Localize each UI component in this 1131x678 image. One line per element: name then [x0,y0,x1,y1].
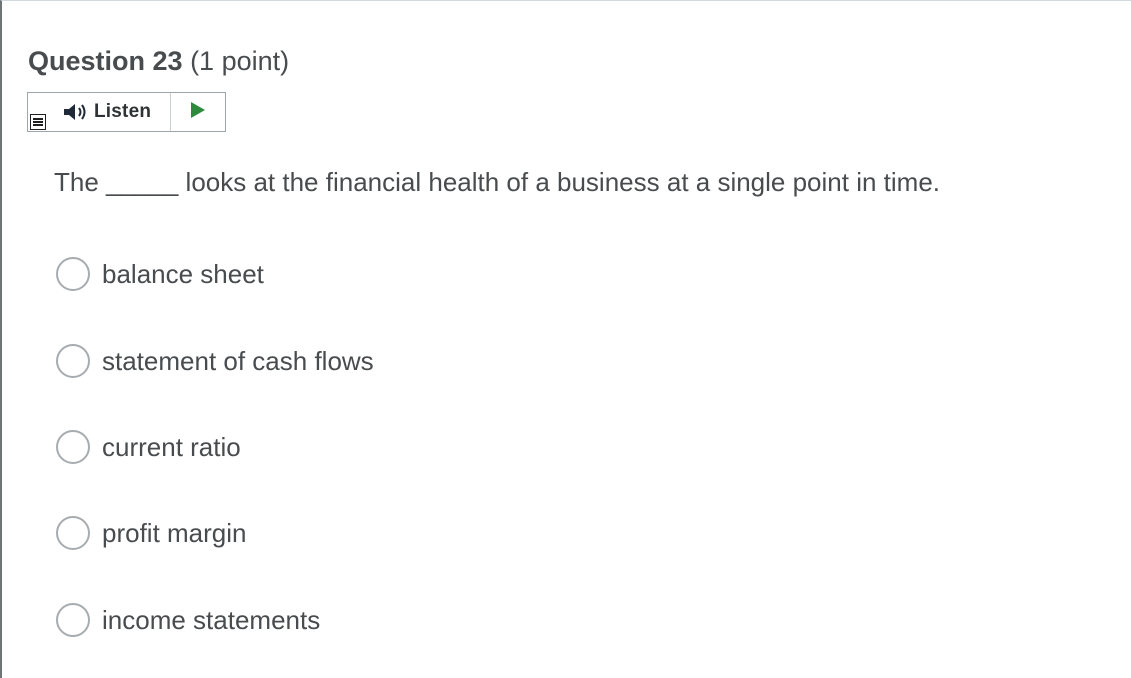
option-label: statement of cash flows [102,345,374,376]
option-statement-of-cash-flows[interactable]: statement of cash flows [56,343,374,379]
radio-button[interactable] [56,516,90,550]
radio-button[interactable] [56,257,90,291]
listen-button[interactable]: Listen [62,98,151,126]
speaker-icon [62,101,90,123]
radio-button[interactable] [56,344,90,378]
question-points: (1 point) [190,46,290,76]
question-prompt: The _____ looks at the financial health … [54,167,941,197]
play-icon [190,101,206,124]
option-income-statements[interactable]: income statements [56,602,320,638]
listen-label: Listen [94,101,152,122]
option-profit-margin[interactable]: profit margin [56,515,247,551]
question-panel: Question 23 (1 point) Listen The _____ l… [0,0,1131,678]
option-label: current ratio [102,431,241,462]
radio-button[interactable] [56,430,90,464]
listen-widget: Listen [27,92,226,132]
question-title: Question 23 [28,46,183,76]
radio-button[interactable] [56,603,90,637]
option-label: income statements [102,604,321,635]
option-label: balance sheet [102,258,264,289]
menu-icon[interactable] [30,114,46,130]
option-current-ratio[interactable]: current ratio [56,429,241,465]
question-header: Question 23 (1 point) [28,43,289,79]
option-label: profit margin [102,517,247,548]
play-button[interactable] [171,93,225,131]
option-balance-sheet[interactable]: balance sheet [56,256,264,292]
